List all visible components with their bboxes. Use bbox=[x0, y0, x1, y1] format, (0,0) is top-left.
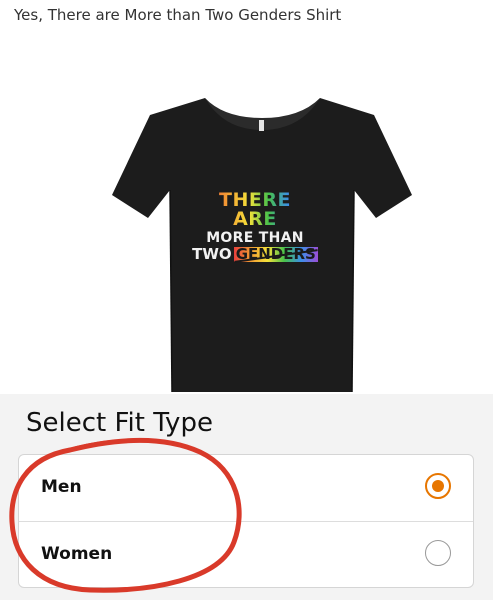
fit-type-heading: Select Fit Type bbox=[26, 408, 213, 438]
fit-option-label: Men bbox=[41, 477, 82, 497]
fit-option-men[interactable]: Men bbox=[19, 455, 473, 522]
print-line-1: THERE ARE bbox=[199, 191, 311, 229]
tshirt-tag bbox=[259, 120, 264, 131]
product-title: Yes, There are More than Two Genders Shi… bbox=[14, 6, 342, 24]
fit-option-women[interactable]: Women bbox=[19, 522, 473, 588]
print-line-2: MORE THAN bbox=[206, 230, 304, 246]
shirt-print-graphic: THERE ARE MORE THAN TWO GENDERS bbox=[192, 191, 318, 262]
radio-selected-icon[interactable] bbox=[425, 473, 451, 499]
print-word-two: TWO bbox=[192, 245, 232, 263]
fit-option-label: Women bbox=[41, 544, 113, 564]
print-line-3: TWO GENDERS bbox=[192, 247, 318, 262]
print-word-genders: GENDERS bbox=[233, 245, 318, 263]
fit-type-options: Men Women bbox=[18, 454, 474, 588]
radio-unselected-icon[interactable] bbox=[425, 540, 451, 566]
